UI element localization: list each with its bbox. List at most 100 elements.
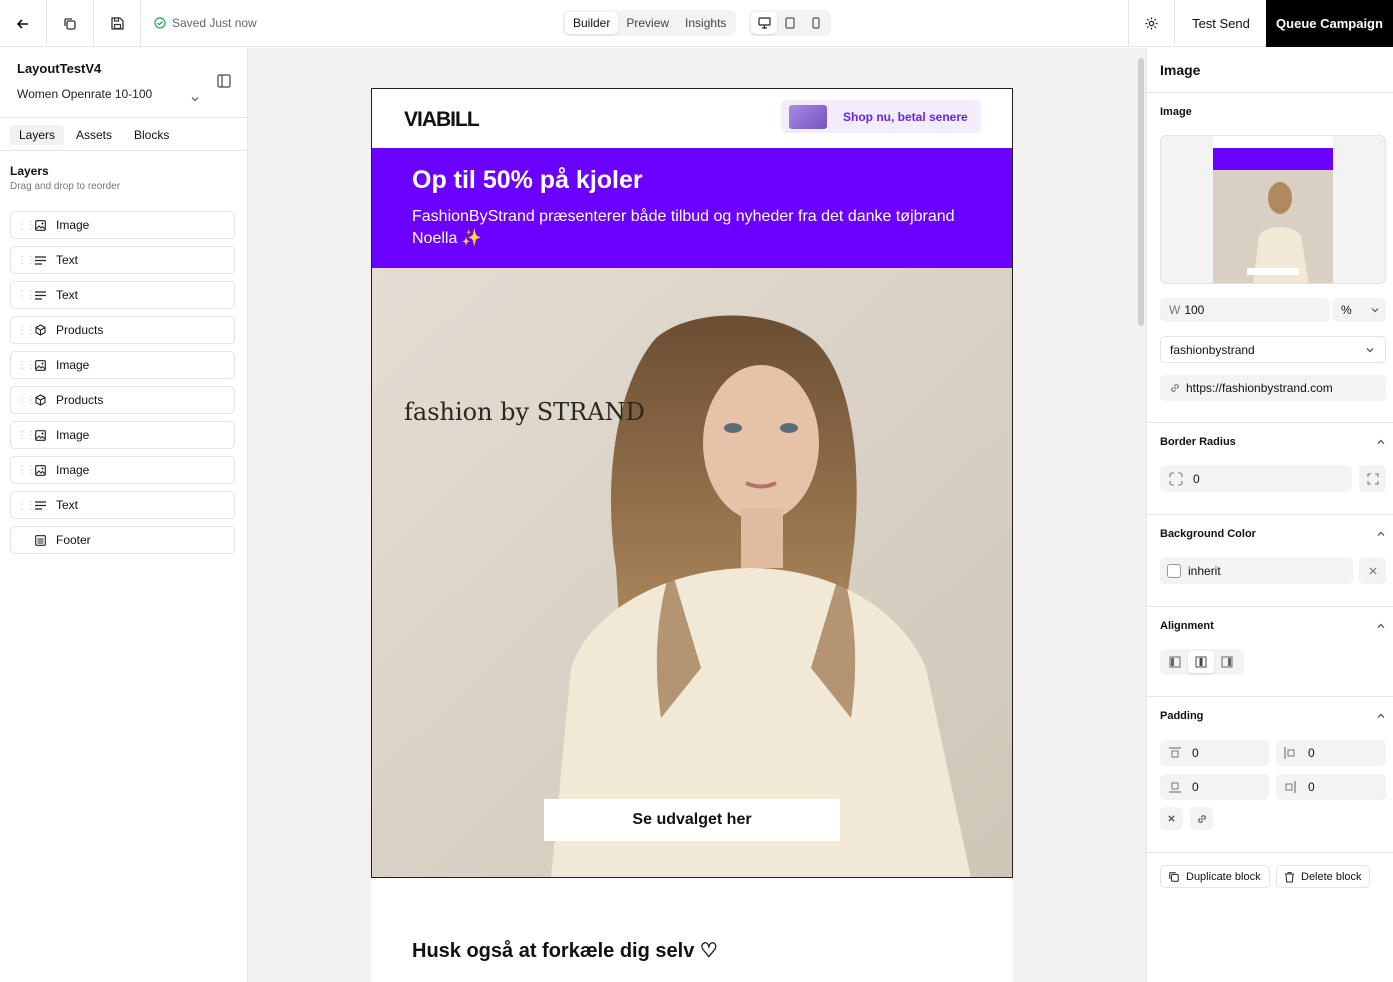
mobile-view-button[interactable] [803, 12, 829, 34]
sidebar-toggle-icon[interactable] [217, 74, 231, 93]
layer-item[interactable]: ⋮⋮ Text [10, 246, 235, 274]
delete-label: Delete block [1301, 870, 1362, 883]
close-icon [1369, 567, 1376, 574]
hero-image[interactable]: fashion by STRAND Se udvalget her [371, 268, 1013, 878]
border-radius-value: 0 [1193, 471, 1200, 486]
panel-title: Image [1160, 62, 1201, 78]
duplicate-block-button[interactable]: Duplicate block [1160, 865, 1270, 888]
layer-item[interactable]: Footer [10, 526, 235, 554]
shop-now-banner[interactable]: Shop nu, betal senere [781, 100, 981, 133]
close-icon [1168, 815, 1175, 822]
drag-handle-icon[interactable]: ⋮⋮ [17, 220, 36, 231]
settings-button[interactable] [1128, 0, 1175, 47]
tab-builder[interactable]: Builder [565, 12, 619, 34]
width-unit: % [1341, 303, 1352, 317]
chevron-up-icon[interactable] [1376, 530, 1386, 538]
text-icon [35, 255, 53, 265]
padding-bottom-icon [1169, 782, 1181, 793]
layer-label: Text [56, 288, 79, 302]
drag-handle-icon[interactable]: ⋮⋮ [17, 325, 36, 336]
drag-handle-icon[interactable]: ⋮⋮ [17, 360, 36, 371]
tab-assets[interactable]: Assets [67, 125, 121, 145]
layer-item[interactable]: ⋮⋮ Products [10, 386, 235, 414]
tab-layers[interactable]: Layers [10, 125, 65, 145]
save-icon [110, 17, 124, 30]
layer-item[interactable]: ⋮⋮ Text [10, 281, 235, 309]
tab-preview[interactable]: Preview [618, 12, 677, 34]
corner-radius-icon [1169, 471, 1183, 486]
drag-handle-icon[interactable]: ⋮⋮ [17, 255, 36, 266]
image-icon [35, 359, 53, 371]
width-unit-select[interactable]: % [1332, 298, 1386, 322]
color-swatch[interactable] [1167, 563, 1181, 578]
layer-item[interactable]: ⋮⋮ Products [10, 316, 235, 344]
chevron-up-icon[interactable] [1376, 438, 1386, 446]
model-photo [371, 268, 1013, 878]
test-send-button[interactable]: Test Send [1176, 0, 1266, 47]
drag-handle-icon[interactable]: ⋮⋮ [17, 430, 36, 441]
arrow-left-icon [16, 18, 28, 29]
hero-banner[interactable]: Op til 50% på kjoler FashionByStrand præ… [371, 148, 1013, 268]
reset-padding-button[interactable] [1160, 807, 1183, 830]
delete-block-button[interactable]: Delete block [1276, 865, 1370, 888]
align-left-button[interactable] [1162, 651, 1188, 673]
section-title: Husk også at forkæle dig selv ♡ [412, 940, 718, 962]
background-color-input[interactable]: inherit [1160, 557, 1353, 584]
link-select[interactable]: fashionbystrand [1160, 336, 1386, 363]
mobile-icon [812, 17, 820, 29]
desktop-view-button[interactable] [751, 12, 777, 34]
layer-item[interactable]: ⋮⋮ Image [10, 351, 235, 379]
queue-campaign-button[interactable]: Queue Campaign [1266, 0, 1393, 47]
save-button[interactable] [94, 0, 141, 47]
drag-handle-icon[interactable]: ⋮⋮ [17, 500, 36, 511]
padding-left-input[interactable]: 0 [1276, 774, 1386, 800]
border-radius-input[interactable]: 0 [1160, 465, 1352, 492]
drag-handle-icon[interactable]: ⋮⋮ [17, 290, 36, 301]
chevron-down-icon[interactable] [190, 90, 200, 108]
segment-select[interactable]: Women Openrate 10-100 [17, 87, 152, 101]
chevron-up-icon[interactable] [1376, 622, 1386, 630]
url-input[interactable]: https://fashionbystrand.com [1160, 375, 1386, 401]
layer-item[interactable]: ⋮⋮ Image [10, 456, 235, 484]
cta-button[interactable]: Se udvalget her [544, 799, 840, 841]
url-value: https://fashionbystrand.com [1186, 381, 1333, 395]
left-panel: LayoutTestV4 Women Openrate 10-100 Layer… [0, 48, 248, 982]
drag-handle-icon[interactable]: ⋮⋮ [17, 465, 36, 476]
back-button[interactable] [0, 0, 47, 47]
tab-insights[interactable]: Insights [677, 12, 734, 34]
canvas-scrollbar[interactable] [1138, 58, 1144, 326]
image-thumbnail[interactable] [1160, 135, 1386, 284]
tab-blocks[interactable]: Blocks [125, 125, 178, 145]
drag-handle-icon[interactable]: ⋮⋮ [17, 395, 36, 406]
align-center-button[interactable] [1188, 651, 1214, 673]
layer-item[interactable]: ⋮⋮ Image [10, 211, 235, 239]
padding-top-value: 0 [1192, 746, 1199, 760]
alignment-group [1160, 649, 1244, 675]
hero-headline: Op til 50% på kjoler [412, 166, 643, 194]
padding-label: Padding [1160, 710, 1204, 722]
credit-card-image [789, 104, 827, 129]
align-right-button[interactable] [1214, 651, 1240, 673]
tablet-view-button[interactable] [777, 12, 803, 34]
padding-right-input[interactable]: 0 [1276, 740, 1386, 766]
image-icon [35, 429, 53, 441]
padding-bottom-input[interactable]: 0 [1160, 774, 1269, 800]
copy-button[interactable] [47, 0, 94, 47]
expand-corners-button[interactable] [1359, 465, 1386, 492]
layer-item[interactable]: ⋮⋮ Text [10, 491, 235, 519]
layer-item[interactable]: ⋮⋮ Image [10, 421, 235, 449]
padding-top-input[interactable]: 0 [1160, 740, 1269, 766]
email-preview: VIABILL Shop nu, betal senere Op til 50%… [371, 88, 1013, 982]
padding-right-icon [1285, 781, 1296, 793]
top-bar: Saved Just now Builder Preview Insights … [0, 0, 1393, 47]
clear-color-button[interactable] [1359, 557, 1386, 584]
chevron-down-icon [1371, 308, 1379, 313]
chevron-up-icon[interactable] [1376, 712, 1386, 720]
properties-panel: Image Image W 100 % fashionbystrand http… [1146, 48, 1393, 982]
hero-subtext: FashionByStrand præsenterer både tilbud … [412, 208, 955, 247]
width-field[interactable]: W 100 [1160, 298, 1330, 322]
brand-logo: VIABILL [404, 108, 480, 131]
padding-top-icon [1169, 747, 1181, 758]
link-padding-button[interactable] [1190, 807, 1213, 830]
padding-left-value: 0 [1308, 780, 1315, 794]
